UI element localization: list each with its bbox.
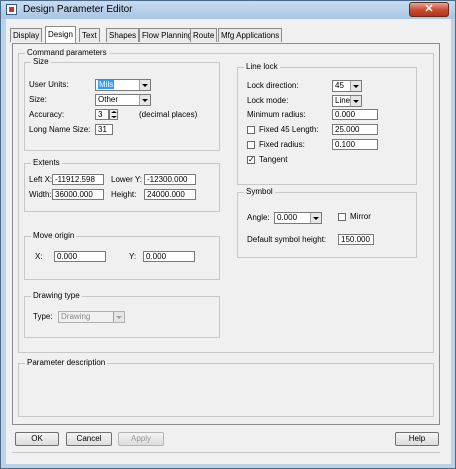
fixed-45-length-label: Fixed 45 Length: <box>259 125 319 134</box>
long-name-size-label: Long Name Size: <box>29 125 91 134</box>
chevron-down-icon <box>350 81 361 91</box>
lower-y-field[interactable]: -12300.000 <box>144 174 196 185</box>
minimum-radius-field[interactable]: 0.000 <box>332 109 378 120</box>
extents-group-label: Extents <box>31 158 62 168</box>
mirror-checkbox[interactable] <box>338 213 346 221</box>
ok-button[interactable]: OK <box>15 432 59 446</box>
height-label: Height: <box>111 190 137 199</box>
symbol-group: Symbol Angle: 0.000 Mirror Default symbo… <box>237 187 417 258</box>
default-symbol-height-field[interactable]: 150.000 <box>338 234 374 245</box>
fixed-radius-checkbox[interactable] <box>247 141 255 149</box>
fixed-45-length-checkbox[interactable] <box>247 126 255 134</box>
long-name-size-field[interactable]: 31 <box>95 124 113 135</box>
lock-mode-label: Lock mode: <box>247 96 289 105</box>
angle-label: Angle: <box>247 213 270 222</box>
origin-y-field[interactable]: 0.000 <box>143 251 195 262</box>
left-x-label: Left X: <box>29 175 53 184</box>
user-units-label: User Units: <box>29 80 69 89</box>
mirror-label: Mirror <box>350 212 371 221</box>
accuracy-field[interactable]: 3 <box>95 109 109 120</box>
line-lock-group: Line lock Lock direction: 45 Lock mode: … <box>237 62 417 185</box>
chevron-down-icon <box>139 95 150 105</box>
tab-flow-planning[interactable]: Flow Planning <box>139 28 196 42</box>
accuracy-note: (decimal places) <box>139 110 198 119</box>
chevron-down-icon <box>350 96 361 106</box>
tab-route[interactable]: Route <box>190 28 218 42</box>
size-label: Size: <box>29 95 47 104</box>
drawing-type-select: Drawing <box>58 311 125 323</box>
size-group: Size User Units: Mils Size: Other Accura… <box>24 57 220 151</box>
drawing-type-group: Drawing type Type: Drawing <box>24 291 220 338</box>
tangent-checkbox[interactable]: ✓ <box>247 156 255 164</box>
design-tab-panel: Command parameters Size User Units: Mils… <box>12 43 440 425</box>
size-group-label: Size <box>31 57 51 67</box>
symbol-group-label: Symbol <box>244 187 275 197</box>
origin-y-label: Y: <box>129 252 137 261</box>
close-button[interactable]: ✕ <box>409 2 449 17</box>
default-symbol-height-label: Default symbol height: <box>247 235 327 244</box>
accuracy-label: Accuracy: <box>29 110 65 119</box>
fixed-radius-label: Fixed radius: <box>259 140 305 149</box>
tab-display[interactable]: Display <box>10 28 43 42</box>
lower-y-label: Lower Y: <box>111 175 142 184</box>
lock-direction-label: Lock direction: <box>247 81 299 90</box>
chevron-down-icon <box>113 312 124 322</box>
angle-select[interactable]: 0.000 <box>274 212 322 224</box>
cancel-button[interactable]: Cancel <box>66 432 112 446</box>
chevron-down-icon <box>139 80 150 90</box>
parameter-description-group: Parameter description <box>18 358 434 417</box>
help-button[interactable]: Help <box>395 432 439 446</box>
chevron-down-icon <box>310 213 321 223</box>
window-title: Design Parameter Editor <box>23 4 133 15</box>
origin-x-field[interactable]: 0.000 <box>54 251 106 262</box>
origin-x-label: X: <box>35 252 43 261</box>
lock-mode-select[interactable]: Line <box>332 95 362 107</box>
accuracy-spinner[interactable] <box>109 109 118 120</box>
tangent-label: Tangent <box>259 155 288 164</box>
command-parameters-group: Command parameters Size User Units: Mils… <box>18 48 434 353</box>
drawing-type-label: Type: <box>33 312 53 321</box>
drawing-type-group-label: Drawing type <box>31 291 82 301</box>
extents-group: Extents Left X: -11912.598 Lower Y: -123… <box>24 158 220 212</box>
tab-text[interactable]: Text <box>79 28 100 42</box>
user-units-select[interactable]: Mils <box>95 79 151 91</box>
minimum-radius-label: Minimum radius: <box>247 110 306 119</box>
parameter-description-label: Parameter description <box>25 358 108 368</box>
width-label: Width: <box>29 190 52 199</box>
status-strip <box>12 452 440 464</box>
tab-shapes[interactable]: Shapes <box>106 28 140 42</box>
line-lock-group-label: Line lock <box>244 62 280 72</box>
left-x-field[interactable]: -11912.598 <box>52 174 104 185</box>
width-field[interactable]: 36000.000 <box>52 189 104 200</box>
height-field[interactable]: 24000.000 <box>144 189 196 200</box>
move-origin-group: Move origin X: 0.000 Y: 0.000 <box>24 231 220 280</box>
tab-design[interactable]: Design <box>45 26 76 43</box>
app-icon <box>6 4 17 15</box>
tab-mfg-applications[interactable]: Mfg Applications <box>218 28 283 42</box>
move-origin-group-label: Move origin <box>31 231 77 241</box>
title-bar[interactable]: Design Parameter Editor ✕ <box>1 1 455 19</box>
apply-button: Apply <box>118 432 164 446</box>
size-select[interactable]: Other <box>95 94 151 106</box>
fixed-radius-field[interactable]: 0.100 <box>332 139 378 150</box>
lock-direction-select[interactable]: 45 <box>332 80 362 92</box>
fixed-45-length-field[interactable]: 25.000 <box>332 124 378 135</box>
